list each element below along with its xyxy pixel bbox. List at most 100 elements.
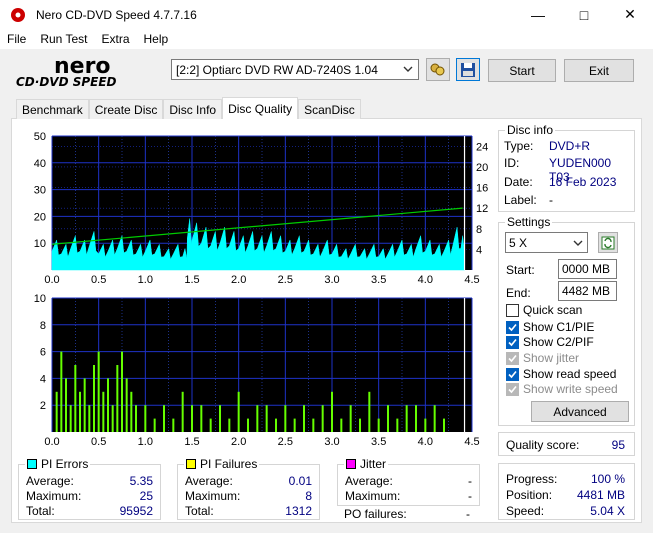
toolbar: nero CD·DVD SPEED [2:2] Optiarc DVD RW A… bbox=[0, 49, 653, 93]
quick-scan-label: Quick scan bbox=[523, 303, 583, 317]
quick-scan-checkbox[interactable]: Quick scan bbox=[506, 303, 582, 317]
pi-failure-bar bbox=[163, 405, 165, 432]
pi-errors-total-label: Total: bbox=[26, 504, 55, 518]
minimize-button[interactable]: — bbox=[515, 0, 561, 29]
menu-run-test[interactable]: Run Test bbox=[33, 32, 94, 46]
pi-failure-bar bbox=[74, 365, 77, 432]
position-value: 4481 MB bbox=[576, 488, 625, 502]
exit-button[interactable]: Exit bbox=[564, 59, 634, 82]
check-icon bbox=[506, 367, 519, 381]
end-label: End: bbox=[506, 286, 531, 300]
tab-scandisc[interactable]: ScanDisc bbox=[298, 99, 361, 119]
pi-failures-total-label: Total: bbox=[185, 504, 214, 518]
refresh-icon bbox=[601, 236, 615, 249]
settings-group: Settings 5 X Start: 0000 MB End: 4482 MB… bbox=[498, 215, 635, 426]
show-c2pif-checkbox[interactable]: Show C2/PIF bbox=[506, 335, 594, 349]
show-c1pie-checkbox[interactable]: Show C1/PIE bbox=[506, 320, 594, 334]
tab-disc-info[interactable]: Disc Info bbox=[163, 99, 223, 119]
pi-failure-bar bbox=[228, 418, 231, 432]
refresh-speed-button[interactable] bbox=[598, 232, 618, 253]
y2-tick-label: 24 bbox=[476, 141, 488, 153]
save-button[interactable] bbox=[456, 58, 480, 81]
end-input[interactable]: 4482 MB bbox=[558, 281, 617, 301]
x-tick-label: 4.5 bbox=[464, 274, 479, 286]
start-input[interactable]: 0000 MB bbox=[558, 259, 617, 279]
y-tick-label: 4 bbox=[40, 373, 46, 385]
pi-failure-bar bbox=[125, 378, 128, 432]
pi-failure-bar bbox=[55, 391, 58, 432]
pi-failure-bar bbox=[144, 405, 147, 432]
x-tick-label: 0.5 bbox=[91, 274, 106, 286]
jitter-title-text: Jitter bbox=[360, 457, 387, 471]
menu-extra[interactable]: Extra bbox=[94, 32, 136, 46]
tab-create-disc[interactable]: Create Disc bbox=[88, 99, 164, 119]
start-button[interactable]: Start bbox=[488, 59, 556, 82]
settings-title: Settings bbox=[505, 215, 553, 229]
quality-score-label: Quality score: bbox=[506, 438, 580, 452]
pi-failures-group: PI Failures Average: 0.01 Maximum: 8 Tot… bbox=[177, 457, 320, 520]
po-failures-label: PO failures: bbox=[344, 507, 407, 521]
pi-failure-bar bbox=[396, 418, 399, 432]
x-tick-label: 1.5 bbox=[184, 274, 199, 286]
pi-failures-title-text: PI Failures bbox=[200, 457, 258, 471]
tab-benchmark[interactable]: Benchmark bbox=[16, 99, 89, 119]
maximize-button[interactable]: □ bbox=[561, 0, 607, 29]
disc-info-button[interactable] bbox=[426, 58, 450, 81]
pi-failure-bar bbox=[284, 405, 287, 432]
pi-failure-bar bbox=[191, 405, 193, 432]
jitter-group: Jitter Average: - Maximum: - bbox=[337, 457, 480, 506]
pi-failure-bar bbox=[275, 418, 277, 432]
x-tick-label: 1.0 bbox=[138, 436, 153, 448]
show-jitter-checkbox: Show jitter bbox=[506, 351, 579, 365]
jitter-maximum-label: Maximum: bbox=[345, 489, 401, 503]
progress-label: Progress: bbox=[506, 472, 558, 486]
menu-help[interactable]: Help bbox=[137, 32, 176, 46]
pi-failure-bar bbox=[93, 365, 95, 432]
pi-failure-bar bbox=[349, 405, 352, 432]
y-tick-label: 2 bbox=[40, 400, 46, 412]
show-read-speed-checkbox[interactable]: Show read speed bbox=[506, 367, 616, 381]
show-write-speed-checkbox: Show write speed bbox=[506, 382, 618, 396]
pi-failure-bar bbox=[312, 418, 315, 432]
pi-errors-swatch bbox=[27, 459, 37, 469]
check-icon bbox=[506, 335, 519, 349]
jitter-title: Jitter bbox=[344, 457, 389, 471]
x-tick-label: 0.0 bbox=[44, 274, 59, 286]
advanced-button[interactable]: Advanced bbox=[531, 401, 629, 422]
pi-errors-average-value: 5.35 bbox=[129, 474, 153, 488]
pi-failure-bar bbox=[69, 405, 72, 432]
pi-failure-bar bbox=[331, 391, 333, 432]
pi-failure-bar bbox=[387, 405, 389, 432]
pi-errors-chart: 0.0 0.5 1.0 1.5 2.0 2.5 3.0 3.5 4.0 4.5 10 20 30 40 50… bbox=[16, 128, 494, 288]
close-button[interactable]: ✕ bbox=[607, 0, 653, 29]
y-tick-label: 8 bbox=[40, 320, 46, 332]
menu-file[interactable]: File bbox=[0, 32, 33, 46]
pi-errors-maximum-label: Maximum: bbox=[26, 489, 82, 503]
y-tick-label: 50 bbox=[34, 131, 46, 143]
x-tick-label: 4.0 bbox=[418, 274, 433, 286]
y2-tick-label: 4 bbox=[476, 244, 482, 256]
speed-select[interactable]: 5 X bbox=[505, 232, 588, 253]
svg-text:CD·DVD SPEED: CD·DVD SPEED bbox=[16, 75, 117, 89]
pi-failure-bar bbox=[340, 418, 343, 432]
pi-failures-maximum-label: Maximum: bbox=[185, 489, 241, 503]
x-tick-label: 2.0 bbox=[231, 274, 246, 286]
y2-tick-label: 16 bbox=[476, 183, 488, 195]
disc-date-label: Date: bbox=[504, 175, 533, 189]
pi-failure-bar bbox=[443, 418, 445, 432]
pi-failures-title: PI Failures bbox=[184, 457, 260, 471]
speed-select-value: 5 X bbox=[509, 235, 528, 250]
jitter-maximum-value: - bbox=[468, 489, 472, 503]
tab-disc-quality[interactable]: Disc Quality bbox=[222, 97, 299, 119]
x-tick-label: 3.0 bbox=[324, 436, 339, 448]
disc-label-value: - bbox=[549, 193, 553, 207]
pi-failure-bar bbox=[424, 418, 427, 432]
y-tick-label: 20 bbox=[34, 211, 46, 223]
x-tick-label: 3.0 bbox=[324, 274, 339, 286]
disc-tray-icon bbox=[430, 63, 445, 75]
disc-label-label: Label: bbox=[504, 193, 537, 207]
show-c2pif-label: Show C2/PIF bbox=[523, 335, 594, 349]
drive-select[interactable]: [2:2] Optiarc DVD RW AD-7240S 1.04 bbox=[171, 59, 419, 80]
pi-failure-bar bbox=[88, 405, 91, 432]
pi-failure-bar bbox=[83, 378, 86, 432]
